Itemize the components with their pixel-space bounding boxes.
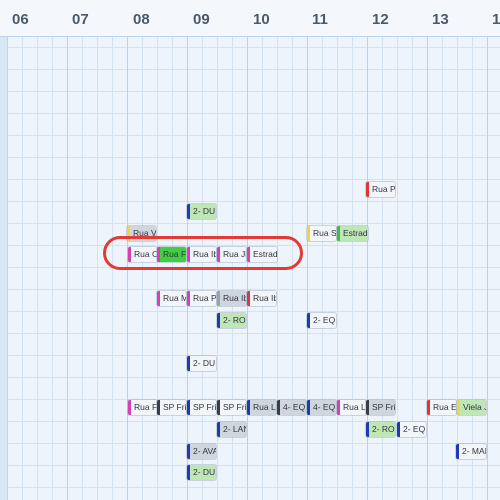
- event-chip[interactable]: 2- DUI: [187, 356, 216, 371]
- hour-label-12: 12: [372, 11, 389, 28]
- event-chip[interactable]: 2- LAN: [217, 422, 246, 437]
- hour-label-10: 10: [253, 11, 270, 28]
- event-chip[interactable]: Rua F: [157, 247, 186, 262]
- event-chip[interactable]: 2- DUI: [187, 465, 216, 480]
- hour-label-07: 07: [72, 11, 89, 28]
- hour-label-06: 06: [12, 11, 29, 28]
- event-chip[interactable]: Rua Ib: [187, 247, 216, 262]
- event-chip[interactable]: SP Fri: [157, 400, 186, 415]
- event-chip[interactable]: Rua S: [307, 226, 336, 241]
- event-chip[interactable]: 2- DUI: [187, 204, 216, 219]
- hour-label-08: 08: [133, 11, 150, 28]
- event-chip[interactable]: Rua F: [128, 400, 157, 415]
- event-chip[interactable]: Rua Li: [337, 400, 366, 415]
- hour-label-14: 14: [492, 11, 500, 28]
- left-scroll-bar[interactable]: [0, 0, 8, 500]
- event-chip[interactable]: Rua Ji: [217, 247, 246, 262]
- event-chip[interactable]: 2- EQI: [307, 313, 336, 328]
- event-chip[interactable]: 4- EQI: [277, 400, 306, 415]
- hour-label-09: 09: [193, 11, 210, 28]
- event-chip[interactable]: SP Fri: [187, 400, 216, 415]
- event-chip[interactable]: Rua C: [128, 247, 157, 262]
- event-chip[interactable]: Rua P: [187, 291, 216, 306]
- event-chip[interactable]: Rua Ib: [217, 291, 246, 306]
- event-chip[interactable]: Estrad: [247, 247, 277, 262]
- event-chip[interactable]: Estrad: [337, 226, 368, 241]
- event-chip[interactable]: Rua P: [366, 182, 395, 197]
- event-chip[interactable]: Viela J: [457, 400, 486, 415]
- event-chip[interactable]: 2- MAI: [456, 444, 486, 459]
- event-chip[interactable]: 2- EQI: [397, 422, 426, 437]
- hour-label-13: 13: [432, 11, 449, 28]
- event-chip[interactable]: SP Fri: [366, 400, 395, 415]
- event-chip[interactable]: 2- ROI: [217, 313, 246, 328]
- event-chip[interactable]: Rua M: [157, 291, 186, 306]
- event-chip[interactable]: 4- EQI: [307, 400, 336, 415]
- event-chip[interactable]: 2- ROI: [366, 422, 395, 437]
- event-chip[interactable]: Rua Li: [247, 400, 276, 415]
- event-chip[interactable]: Rua E: [427, 400, 456, 415]
- event-chip[interactable]: Rua Vi: [127, 226, 156, 241]
- hour-label-11: 11: [312, 11, 328, 28]
- event-chip[interactable]: 2- AVA: [187, 444, 216, 459]
- timeline-header: 06 07 08 09 10 11 12 13 14: [0, 0, 500, 37]
- event-chip[interactable]: SP Fri: [217, 400, 246, 415]
- event-chip[interactable]: Rua Ib: [247, 291, 276, 306]
